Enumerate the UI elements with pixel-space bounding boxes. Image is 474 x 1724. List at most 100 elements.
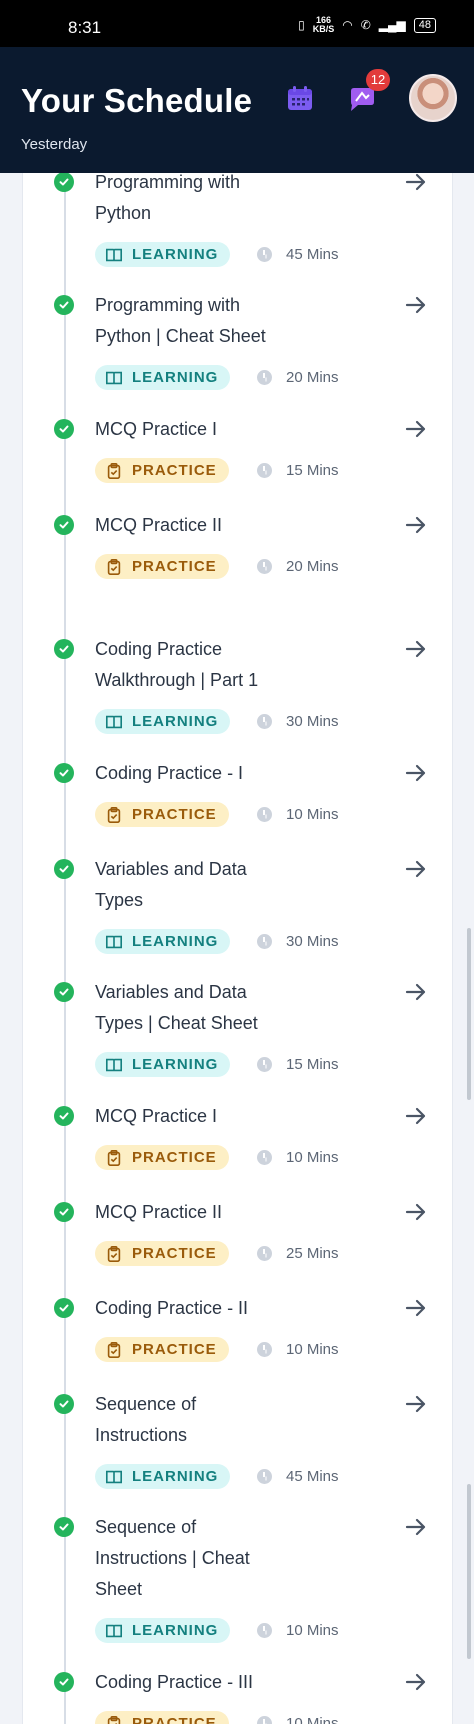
duration-text: 30 Mins <box>286 933 339 950</box>
clock-icon <box>257 1623 272 1638</box>
item-title-line: Sequence of <box>95 1394 197 1414</box>
item-title[interactable]: Coding Practice - II <box>95 1293 315 1324</box>
schedule-item[interactable]: MCQ Practice II PRACTICE 20 Mins <box>23 511 452 592</box>
schedule-item[interactable]: Variables and Data Types | Cheat Sheet LEA… <box>23 978 452 1090</box>
item-title[interactable]: MCQ Practice II <box>95 510 315 541</box>
duration-text: 25 Mins <box>286 1245 339 1262</box>
book-icon <box>105 715 123 728</box>
clock-icon <box>257 1342 272 1357</box>
item-title[interactable]: Coding Practice Walkthrough | Part 1 <box>95 634 315 696</box>
tag-label: PRACTICE <box>132 1149 217 1166</box>
item-title[interactable]: Variables and Data Types | Cheat Sheet <box>95 977 315 1039</box>
duration: 30 Mins <box>257 933 339 950</box>
arrow-right-icon[interactable] <box>404 857 428 881</box>
clipboard-check-icon <box>107 1149 121 1166</box>
item-title-line: MCQ Practice II <box>95 515 223 535</box>
practice-tag: PRACTICE <box>95 802 229 827</box>
completed-check-icon <box>54 1202 74 1222</box>
item-title-line: Sheet <box>95 1579 143 1599</box>
item-title[interactable]: MCQ Practice II <box>95 1197 315 1228</box>
page-title: Your Schedule <box>21 82 253 119</box>
duration-text: 10 Mins <box>286 1149 339 1166</box>
calendar-icon[interactable] <box>286 84 314 112</box>
tag-label: LEARNING <box>132 369 219 386</box>
book-icon <box>105 248 123 261</box>
schedule-item[interactable]: Programming with Python LEARNING 45 Mins <box>23 173 452 280</box>
tag-label: PRACTICE <box>132 558 217 575</box>
schedule-item[interactable]: MCQ Practice I PRACTICE 15 Mins <box>23 415 452 496</box>
arrow-right-icon[interactable] <box>404 761 428 785</box>
item-title-line: MCQ Practice II <box>95 1202 223 1222</box>
book-icon <box>105 1470 123 1483</box>
clock-icon <box>257 934 272 949</box>
item-title[interactable]: Variables and Data Types <box>95 854 315 916</box>
item-title-line: MCQ Practice I <box>95 1106 218 1126</box>
notification-badge: 12 <box>366 69 390 91</box>
item-title[interactable]: MCQ Practice I <box>95 1101 315 1132</box>
date-label: Yesterday <box>21 136 88 153</box>
completed-check-icon <box>54 515 74 535</box>
item-title[interactable]: Sequence of Instructions | Cheat Sheet <box>95 1512 315 1605</box>
clipboard-check-icon <box>107 558 121 575</box>
completed-check-icon <box>54 639 74 659</box>
schedule-item[interactable]: MCQ Practice I PRACTICE 10 Mins <box>23 1102 452 1183</box>
schedule-item[interactable]: Sequence of Instructions LEARNING 45 Mins <box>23 1390 452 1502</box>
schedule-item[interactable]: Coding Practice - III PRACTICE 10 Mins <box>23 1668 452 1724</box>
arrow-right-icon[interactable] <box>404 1515 428 1539</box>
arrow-right-icon[interactable] <box>404 417 428 441</box>
tag-label: PRACTICE <box>132 1341 217 1358</box>
tag-label: LEARNING <box>132 1622 219 1639</box>
wifi-icon: ◠ <box>342 18 353 32</box>
item-title[interactable]: MCQ Practice I <box>95 414 315 445</box>
duration: 25 Mins <box>257 1245 339 1262</box>
call-icon: ✆ <box>360 18 371 32</box>
avatar[interactable] <box>409 74 457 122</box>
item-title[interactable]: Coding Practice - I <box>95 758 315 789</box>
completed-check-icon <box>54 982 74 1002</box>
completed-check-icon <box>54 763 74 783</box>
schedule-item[interactable]: Programming with Python | Cheat Sheet LEAR… <box>23 291 452 403</box>
item-title[interactable]: Programming with Python | Cheat Sheet <box>95 290 315 352</box>
schedule-item[interactable]: MCQ Practice II PRACTICE 25 Mins <box>23 1198 452 1279</box>
item-title[interactable]: Coding Practice - III <box>95 1667 315 1698</box>
network-speed: 166 KB/S <box>312 15 335 34</box>
item-title[interactable]: Programming with Python <box>95 173 315 229</box>
arrow-right-icon[interactable] <box>404 1104 428 1128</box>
learning-tag: LEARNING <box>95 1052 231 1077</box>
clock-icon <box>257 559 272 574</box>
clipboard-check-icon <box>107 1715 121 1724</box>
duration-text: 20 Mins <box>286 369 339 386</box>
schedule-item[interactable]: Coding Practice - II PRACTICE 10 Mins <box>23 1294 452 1375</box>
duration: 30 Mins <box>257 713 339 730</box>
duration-text: 45 Mins <box>286 246 339 263</box>
completed-check-icon <box>54 419 74 439</box>
learning-tag: LEARNING <box>95 242 231 267</box>
scrollbar[interactable] <box>467 1484 471 1659</box>
arrow-right-icon[interactable] <box>404 513 428 537</box>
arrow-right-icon[interactable] <box>404 173 428 194</box>
duration: 45 Mins <box>257 246 339 263</box>
clipboard-check-icon <box>107 462 121 479</box>
arrow-right-icon[interactable] <box>404 637 428 661</box>
arrow-right-icon[interactable] <box>404 293 428 317</box>
arrow-right-icon[interactable] <box>404 1200 428 1224</box>
clock-icon <box>257 1469 272 1484</box>
duration-text: 10 Mins <box>286 806 339 823</box>
schedule-item[interactable]: Coding Practice - I PRACTICE 10 Mins <box>23 759 452 840</box>
schedule-item[interactable]: Sequence of Instructions | Cheat Sheet LEAR… <box>23 1513 452 1656</box>
clock-icon <box>257 1246 272 1261</box>
arrow-right-icon[interactable] <box>404 1670 428 1694</box>
tag-label: LEARNING <box>132 1056 219 1073</box>
arrow-right-icon[interactable] <box>404 980 428 1004</box>
arrow-right-icon[interactable] <box>404 1392 428 1416</box>
schedule-item[interactable]: Variables and Data Types LEARNING 30 Mins <box>23 855 452 967</box>
practice-tag: PRACTICE <box>95 1145 229 1170</box>
tag-label: PRACTICE <box>132 806 217 823</box>
schedule-item[interactable]: Coding Practice Walkthrough | Part 1 LEARN… <box>23 635 452 747</box>
item-title[interactable]: Sequence of Instructions <box>95 1389 315 1451</box>
arrow-right-icon[interactable] <box>404 1296 428 1320</box>
duration: 45 Mins <box>257 1468 339 1485</box>
duration: 10 Mins <box>257 1341 339 1358</box>
scrollbar[interactable] <box>467 928 471 1100</box>
clipboard-check-icon <box>107 1341 121 1358</box>
